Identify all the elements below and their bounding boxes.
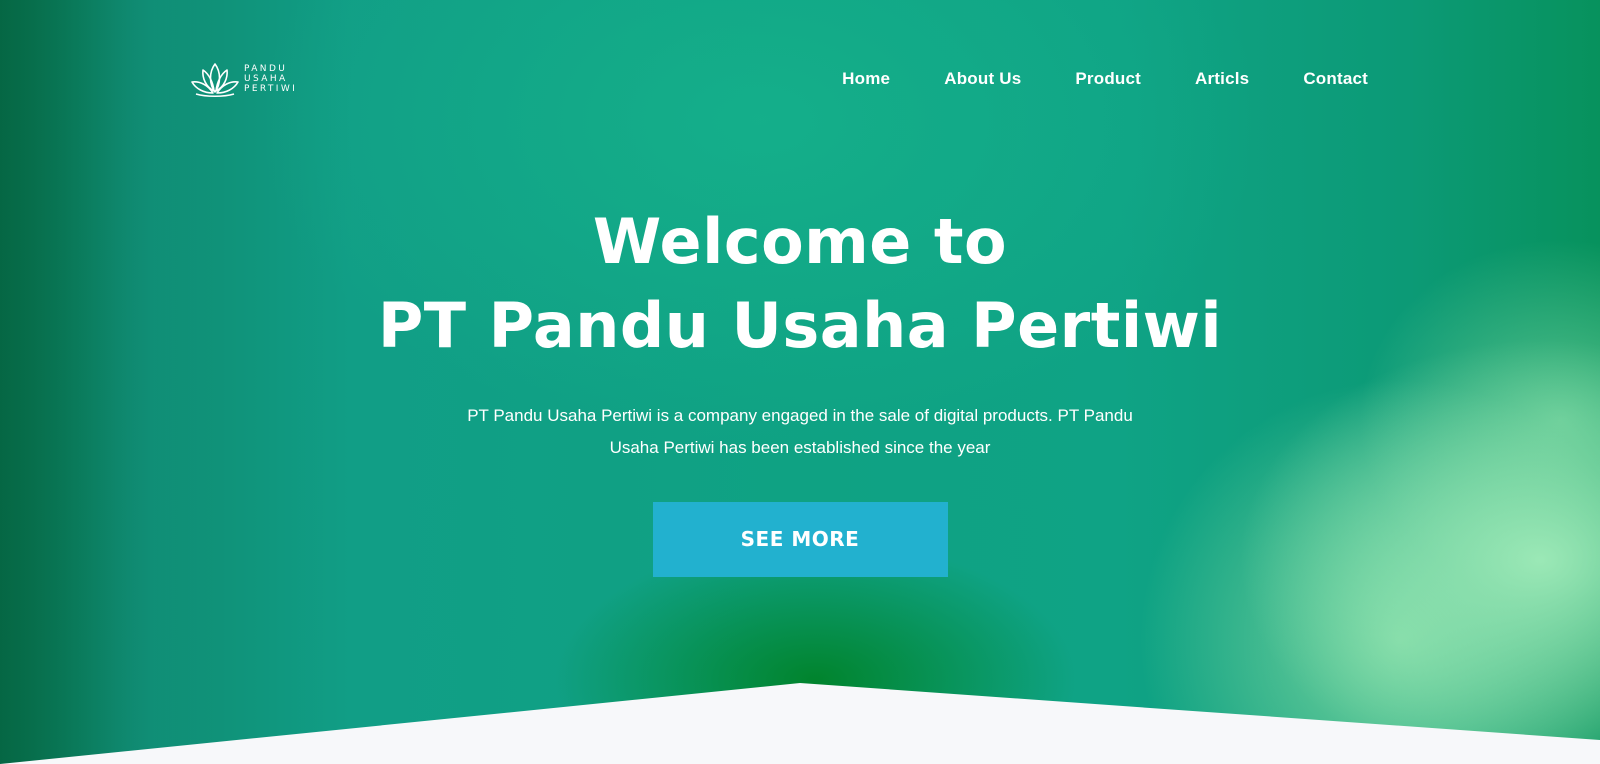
hero-title-line-1: Welcome to <box>592 205 1008 278</box>
lotus-icon <box>191 63 239 98</box>
hero-title: Welcome to PT Pandu Usaha Pertiwi <box>0 200 1600 368</box>
brand-line-3: PERTIWI <box>244 84 298 94</box>
brand-line-1: PANDU <box>244 64 288 74</box>
hero-section: PANDU USAHA PERTIWI Home About Us Produc… <box>0 0 1600 764</box>
hero-content: Welcome to PT Pandu Usaha Pertiwi PT Pan… <box>0 200 1600 577</box>
nav-product-link[interactable]: Product <box>1075 69 1141 89</box>
nav-contact-link[interactable]: Contact <box>1303 69 1368 89</box>
brand-line-2: USAHA <box>244 74 288 84</box>
main-nav: Home About Us Product Articls Contact <box>842 69 1368 89</box>
hero-title-line-2: PT Pandu Usaha Pertiwi <box>377 289 1223 362</box>
hero-description: PT Pandu Usaha Pertiwi is a company enga… <box>467 406 1133 457</box>
nav-about-us-link[interactable]: About Us <box>944 69 1021 89</box>
site-header: PANDU USAHA PERTIWI Home About Us Produc… <box>190 58 1368 100</box>
brand-logo[interactable]: PANDU USAHA PERTIWI <box>190 60 297 98</box>
nav-articles-link[interactable]: Articls <box>1195 69 1249 89</box>
nav-home-link[interactable]: Home <box>842 69 890 89</box>
brand-wordmark: PANDU USAHA PERTIWI <box>244 64 297 94</box>
see-more-button[interactable]: SEE MORE <box>652 502 948 577</box>
